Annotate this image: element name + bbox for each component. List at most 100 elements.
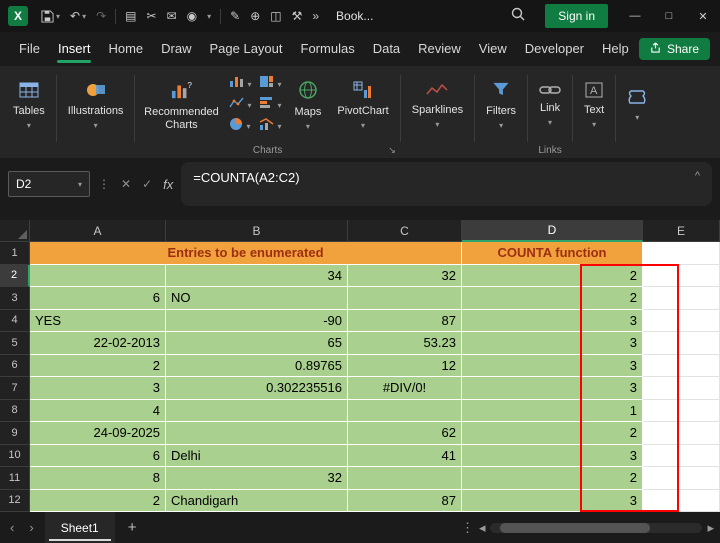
cell-A7[interactable]: 3 (30, 377, 166, 400)
cell-E12[interactable] (643, 490, 720, 513)
cell-A6[interactable]: 2 (30, 355, 166, 378)
row-header-5[interactable]: 5 (0, 332, 30, 355)
column-chart-button[interactable]: ▾ (229, 75, 251, 93)
cell-B8[interactable] (166, 400, 348, 423)
search-button[interactable] (501, 0, 535, 32)
close-button[interactable]: ✕ (686, 0, 720, 32)
menu-tab-formulas[interactable]: Formulas (292, 32, 364, 66)
charts-dialog-launcher-icon[interactable]: ↘ (388, 145, 396, 156)
cell-B3[interactable]: NO (166, 287, 348, 310)
cell-D8[interactable]: 1 (462, 400, 643, 423)
menu-tab-page-layout[interactable]: Page Layout (201, 32, 292, 66)
scroll-right-icon[interactable]: ▸ (707, 520, 714, 536)
maps-button[interactable]: Maps ▾ (287, 78, 328, 133)
sign-in-button[interactable]: Sign in (545, 4, 608, 28)
tables-button[interactable]: Tables ▾ (6, 79, 52, 132)
maximize-button[interactable]: □ (652, 0, 686, 32)
row-header-4[interactable]: 4 (0, 310, 30, 333)
scatter-chart-button[interactable]: ▾ (229, 96, 251, 114)
menu-tab-help[interactable]: Help (593, 32, 638, 66)
row-header-6[interactable]: 6 (0, 355, 30, 378)
cell-E11[interactable] (643, 467, 720, 490)
cell-A12[interactable]: 2 (30, 490, 166, 513)
name-box[interactable]: D2 ▾ (8, 171, 90, 197)
paste-button[interactable]: ▤ (120, 0, 141, 32)
cell-B10[interactable]: Delhi (166, 445, 348, 468)
share-button[interactable]: Share (639, 38, 710, 60)
column-header-D[interactable]: D (462, 220, 643, 242)
next-sheet-icon[interactable]: › (25, 520, 37, 535)
sparklines-button[interactable]: Sparklines ▾ (405, 80, 470, 131)
cell-D4[interactable]: 3 (462, 310, 643, 333)
cell-C2[interactable]: 32 (348, 265, 462, 288)
cancel-icon[interactable]: ✕ (121, 177, 131, 191)
cell-C5[interactable]: 53.23 (348, 332, 462, 355)
hierarchy-chart-button[interactable]: ▾ (259, 75, 281, 93)
cell-E8[interactable] (643, 400, 720, 423)
cell-C11[interactable] (348, 467, 462, 490)
select-all-corner[interactable] (0, 220, 30, 242)
excel-logo[interactable]: X (8, 6, 28, 26)
cell-A4[interactable]: YES (30, 310, 166, 333)
menu-tab-view[interactable]: View (470, 32, 516, 66)
cell-D10[interactable]: 3 (462, 445, 643, 468)
prev-sheet-icon[interactable]: ‹ (6, 520, 18, 535)
cell-C9[interactable]: 62 (348, 422, 462, 445)
save-button[interactable]: ▾ (36, 0, 65, 32)
column-header-E[interactable]: E (643, 220, 720, 242)
scrollbar-thumb[interactable] (500, 523, 650, 533)
cell-C3[interactable] (348, 287, 462, 310)
more-commands-button[interactable]: » (307, 0, 324, 32)
row-header-12[interactable]: 12 (0, 490, 30, 513)
cell-C4[interactable]: 87 (348, 310, 462, 333)
pin-button[interactable]: ⊕ (245, 0, 265, 32)
qat-dropdown-button[interactable]: ▾ (202, 0, 216, 32)
tools-button[interactable]: ⚒ (287, 0, 308, 32)
minimize-button[interactable]: — (618, 0, 652, 32)
cell-C8[interactable] (348, 400, 462, 423)
text-button[interactable]: A Text ▾ (577, 80, 611, 131)
cell-D2[interactable]: 2 (462, 265, 643, 288)
row-header-1[interactable]: 1 (0, 242, 30, 265)
insert-function-icon[interactable]: fx (163, 177, 173, 192)
menu-tab-file[interactable]: File (10, 32, 49, 66)
column-header-B[interactable]: B (166, 220, 348, 242)
recommended-charts-button[interactable]: ? Recommended Charts (139, 78, 223, 134)
row-header-2[interactable]: 2 (0, 265, 30, 288)
menu-tab-home[interactable]: Home (99, 32, 152, 66)
cell-B2[interactable]: 34 (166, 265, 348, 288)
cell-A1-merged[interactable]: Entries to be enumerated (30, 242, 462, 265)
cell-D7[interactable]: 3 (462, 377, 643, 400)
cell-E4[interactable] (643, 310, 720, 333)
cell-D6[interactable]: 3 (462, 355, 643, 378)
menu-tab-data[interactable]: Data (364, 32, 409, 66)
cell-E7[interactable] (643, 377, 720, 400)
cell-E1[interactable] (643, 242, 720, 265)
cell-A11[interactable]: 8 (30, 467, 166, 490)
cell-A9[interactable]: 24-09-2025 (30, 422, 166, 445)
undo-button[interactable]: ↶ ▾ (65, 0, 91, 32)
cell-D5[interactable]: 3 (462, 332, 643, 355)
row-header-3[interactable]: 3 (0, 287, 30, 310)
add-sheet-icon[interactable]: + (122, 519, 143, 536)
cell-B6[interactable]: 0.89765 (166, 355, 348, 378)
cell-B11[interactable]: 32 (166, 467, 348, 490)
menu-tab-draw[interactable]: Draw (152, 32, 200, 66)
cell-D11[interactable]: 2 (462, 467, 643, 490)
cell-B4[interactable]: -90 (166, 310, 348, 333)
column-header-A[interactable]: A (30, 220, 166, 242)
cell-B7[interactable]: 0.302235516 (166, 377, 348, 400)
cell-D3[interactable]: 2 (462, 287, 643, 310)
cell-C7[interactable]: #DIV/0! (348, 377, 462, 400)
cell-A5[interactable]: 22-02-2013 (30, 332, 166, 355)
cell-E10[interactable] (643, 445, 720, 468)
row-header-7[interactable]: 7 (0, 377, 30, 400)
bar-chart-button[interactable]: ▾ (259, 96, 281, 114)
link-button[interactable]: Link ▾ (532, 82, 568, 129)
mail-button[interactable]: ✉ (162, 0, 182, 32)
cell-C10[interactable]: 41 (348, 445, 462, 468)
cell-D1[interactable]: COUNTA function (462, 242, 643, 265)
cell-A8[interactable]: 4 (30, 400, 166, 423)
cell-D12[interactable]: 3 (462, 490, 643, 513)
cell-E5[interactable] (643, 332, 720, 355)
